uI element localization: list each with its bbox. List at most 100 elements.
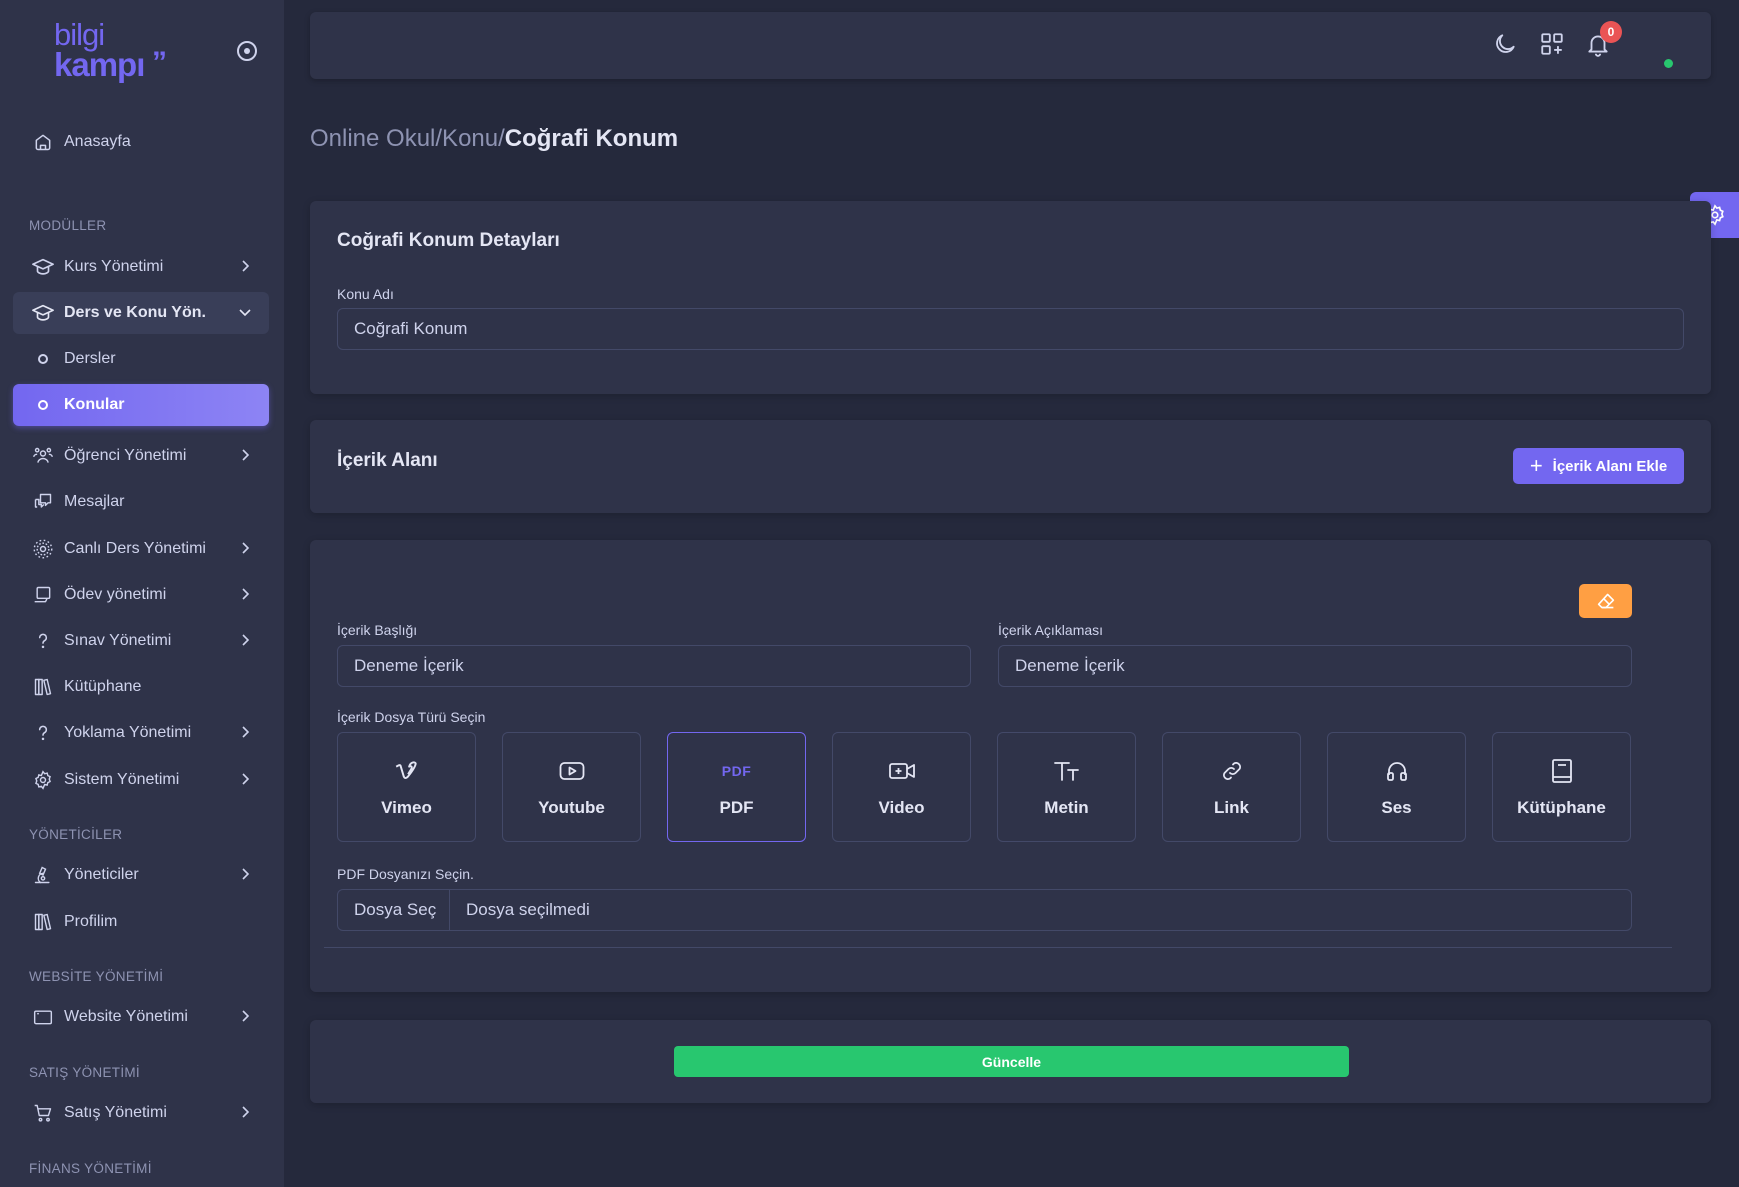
browser-window-icon <box>32 1006 54 1028</box>
youtube-icon <box>559 756 585 786</box>
type-tile-library[interactable]: Kütüphane <box>1492 732 1631 842</box>
messages-icon <box>32 491 54 513</box>
chevron-right-icon <box>242 449 250 461</box>
sidebar-item-exam[interactable]: Sınav Yönetimi <box>13 620 269 662</box>
clear-content-button[interactable] <box>1579 584 1632 618</box>
sidebar-item-label: Sınav Yönetimi <box>64 632 172 649</box>
book-icon <box>1550 756 1574 786</box>
notification-count-badge: 0 <box>1600 21 1622 43</box>
sidebar-item-lesson-topic[interactable]: Ders ve Konu Yön. <box>13 292 269 334</box>
brand-logo[interactable]: bilgi kampı ” <box>54 18 184 82</box>
content-description-input[interactable]: Deneme İçerik <box>998 645 1632 687</box>
laptop-icon <box>32 584 54 606</box>
sidebar-item-lessons[interactable]: Dersler <box>13 338 269 380</box>
section-title-sales: SATIŞ YÖNETİMİ <box>29 1065 140 1080</box>
section-title-modules: MODÜLLER <box>29 218 107 233</box>
live-broadcast-icon <box>32 538 54 560</box>
sidebar-item-attendance[interactable]: Yoklama Yönetimi <box>13 712 269 754</box>
chevron-down-icon <box>239 309 251 317</box>
choose-file-button[interactable]: Dosya Seç <box>338 890 450 930</box>
apps-grid-icon[interactable] <box>1539 31 1565 57</box>
link-icon <box>1220 756 1244 786</box>
card-title: Coğrafi Konum Detayları <box>337 230 560 251</box>
section-title-admins: YÖNETİCİLER <box>29 827 123 842</box>
sidebar-item-sales[interactable]: Satış Yönetimi <box>13 1092 269 1134</box>
graduation-cap-icon <box>32 256 54 278</box>
pdf-icon: PDF <box>722 756 752 786</box>
sidebar-item-label: Mesajlar <box>64 493 125 510</box>
sidebar-item-label: Öğrenci Yönetimi <box>64 447 187 464</box>
sidebar-item-label: Kütüphane <box>64 678 142 695</box>
content-title-input[interactable]: Deneme İçerik <box>337 645 971 687</box>
sidebar-item-label: Canlı Ders Yönetimi <box>64 540 206 557</box>
brand-quote: ” <box>152 46 167 79</box>
type-tile-label: Youtube <box>538 798 605 817</box>
type-tile-video[interactable]: Video <box>832 732 971 842</box>
chevron-right-icon <box>242 726 250 738</box>
content-title-label: İçerik Başlığı <box>337 622 418 638</box>
sidebar-item-course[interactable]: Kurs Yönetimi <box>13 246 269 288</box>
type-tile-link[interactable]: Link <box>1162 732 1301 842</box>
gear-icon <box>32 769 54 791</box>
eraser-icon <box>1597 593 1614 609</box>
chevron-right-icon <box>242 542 250 554</box>
sidebar-item-home[interactable]: Anasayfa <box>13 121 269 163</box>
content-area-card: İçerik Alanı + İçerik Alanı Ekle <box>310 420 1711 513</box>
moon-icon[interactable] <box>1492 31 1518 57</box>
content-description-label: İçerik Açıklaması <box>998 622 1104 638</box>
type-tile-label: PDF <box>719 798 754 817</box>
sidebar-item-live[interactable]: Canlı Ders Yönetimi <box>13 528 269 570</box>
update-button[interactable]: Güncelle <box>674 1046 1349 1077</box>
add-content-area-button[interactable]: + İçerik Alanı Ekle <box>1513 448 1684 484</box>
sidebar-item-label: Kurs Yönetimi <box>64 258 164 275</box>
sidebar-item-students[interactable]: Öğrenci Yönetimi <box>13 435 269 477</box>
topic-name-label: Konu Adı <box>337 286 394 302</box>
file-type-label: İçerik Dosya Türü Seçin <box>337 709 486 725</box>
type-tile-label: Metin <box>1044 798 1089 817</box>
type-tile-vimeo[interactable]: Vimeo <box>337 732 476 842</box>
sidebar-item-website[interactable]: Website Yönetimi <box>13 996 269 1038</box>
type-tile-youtube[interactable]: Youtube <box>502 732 641 842</box>
sidebar-item-label: Yöneticiler <box>64 866 139 883</box>
sidebar-item-admins[interactable]: Yöneticiler <box>13 854 269 896</box>
sidebar-pin-toggle-icon[interactable] <box>237 41 257 61</box>
sidebar: bilgi kampı ” Anasayfa MODÜLLER Kurs Yön… <box>0 0 284 1187</box>
question-mark-icon <box>32 722 54 744</box>
breadcrumb-path[interactable]: Online Okul/Konu/ <box>310 125 505 152</box>
sidebar-item-library[interactable]: Kütüphane <box>13 666 269 708</box>
sidebar-item-messages[interactable]: Mesajlar <box>13 481 269 523</box>
home-icon <box>32 131 54 153</box>
type-tile-audio[interactable]: Ses <box>1327 732 1466 842</box>
sidebar-item-label: Profilim <box>64 913 118 930</box>
sidebar-item-system[interactable]: Sistem Yönetimi <box>13 759 269 801</box>
chevron-right-icon <box>242 634 250 646</box>
sidebar-item-label: Website Yönetimi <box>64 1008 188 1025</box>
headphones-icon <box>1384 756 1410 786</box>
type-tile-label: Kütüphane <box>1517 798 1606 817</box>
chevron-right-icon <box>242 1010 250 1022</box>
button-label: İçerik Alanı Ekle <box>1552 457 1668 475</box>
type-tile-label: Vimeo <box>381 798 432 817</box>
graduation-cap-icon <box>32 302 54 324</box>
users-icon <box>32 445 54 467</box>
sidebar-item-profile[interactable]: Profilim <box>13 901 269 943</box>
breadcrumb-current: Coğrafi Konum <box>504 125 679 152</box>
pdf-file-input[interactable]: Dosya Seç Dosya seçilmedi <box>337 889 1632 931</box>
plus-icon: + <box>1529 453 1543 478</box>
chevron-right-icon <box>242 1106 250 1118</box>
chevron-right-icon <box>242 868 250 880</box>
sidebar-item-label: Sistem Yönetimi <box>64 771 180 788</box>
sidebar-item-label: Ders ve Konu Yön. <box>64 304 206 321</box>
type-tile-text[interactable]: Metin <box>997 732 1136 842</box>
pdf-icon-text: PDF <box>721 763 752 779</box>
sidebar-item-topics[interactable]: Konular <box>13 384 269 426</box>
topic-name-input[interactable]: Coğrafi Konum <box>337 308 1684 350</box>
books-icon <box>32 676 54 698</box>
microscope-icon <box>32 864 54 886</box>
sidebar-item-label: Satış Yönetimi <box>64 1104 167 1121</box>
sidebar-item-homework[interactable]: Ödev yönetimi <box>13 574 269 616</box>
type-tile-pdf[interactable]: PDF PDF <box>667 732 806 842</box>
shopping-cart-icon <box>32 1102 54 1124</box>
pdf-file-label: PDF Dosyanızı Seçin. <box>337 866 474 882</box>
card-title: İçerik Alanı <box>337 450 438 471</box>
